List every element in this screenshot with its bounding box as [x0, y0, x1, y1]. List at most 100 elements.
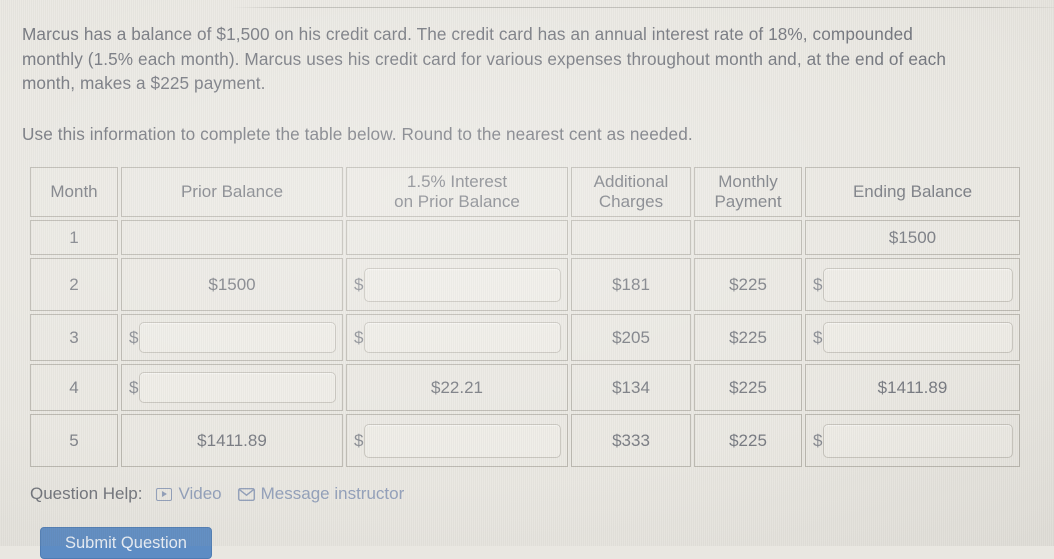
- cell-ending-balance[interactable]: $: [805, 258, 1020, 311]
- input-group-ending-balance: $: [806, 259, 1019, 310]
- prior-balance-value: $1411.89: [197, 430, 267, 450]
- header-payment-line2: Payment: [714, 192, 782, 211]
- question-help: Question Help: Video Message instructor: [30, 484, 420, 504]
- ending-balance-input[interactable]: [823, 322, 1013, 353]
- month-value: 4: [69, 377, 79, 397]
- additional-charges-value: $134: [612, 377, 650, 397]
- header-prior-balance-label: Prior Balance: [180, 182, 284, 201]
- header-interest: 1.5% Interest on Prior Balance: [346, 167, 568, 217]
- ending-balance-value: $1500: [888, 227, 937, 247]
- input-group-interest: $: [347, 315, 567, 360]
- cell-ending-balance[interactable]: $: [805, 314, 1020, 361]
- cell-additional-charges: $333: [571, 414, 691, 467]
- header-ending-balance-label: Ending Balance: [852, 182, 973, 201]
- header-additional-line2: Charges: [598, 192, 664, 211]
- month-value: 3: [69, 327, 79, 347]
- input-group-ending-balance: $: [806, 315, 1019, 360]
- ending-balance-input[interactable]: [823, 423, 1013, 458]
- dollar-sign: $: [129, 327, 139, 347]
- cell-monthly-payment: $225: [694, 314, 802, 361]
- cell-additional-charges: [571, 220, 691, 255]
- header-month-label: Month: [50, 182, 98, 201]
- cell-monthly-payment: [694, 220, 802, 255]
- input-group-prior-balance: $: [122, 315, 342, 360]
- ending-balance-input[interactable]: [823, 267, 1013, 302]
- dollar-sign: $: [813, 327, 823, 347]
- input-group-ending-balance: $: [806, 415, 1019, 466]
- message-instructor-link[interactable]: Message instructor: [237, 484, 405, 504]
- dollar-sign: $: [813, 274, 823, 294]
- interest-input[interactable]: [364, 423, 561, 458]
- amortization-table-wrapper: Month Prior Balance 1.5% Interest on Pri…: [27, 164, 1022, 470]
- dollar-sign: $: [354, 327, 364, 347]
- cell-interest: [346, 220, 568, 255]
- cell-month: 5: [30, 414, 118, 467]
- top-divider: [232, 7, 1054, 8]
- cell-monthly-payment: $225: [694, 258, 802, 311]
- monthly-payment-value: $225: [729, 327, 767, 347]
- question-instruction: Use this information to complete the tab…: [22, 124, 693, 144]
- table-body: 1 $1500 2 $1500 $ $181 $225 $3 $ $ $205 $225 $4 $ $22.…: [30, 220, 1020, 467]
- question-paragraph: Marcus has a balance of $1,500 on his cr…: [22, 24, 946, 93]
- amortization-table: Month Prior Balance 1.5% Interest on Pri…: [27, 164, 1023, 470]
- cell-prior-balance: $1411.89: [121, 414, 343, 467]
- month-value: 2: [69, 274, 79, 294]
- header-prior-balance: Prior Balance: [121, 167, 343, 217]
- table-row: 1 $1500: [30, 220, 1020, 255]
- header-additional-line1: Additional: [593, 172, 669, 191]
- interest-input[interactable]: [364, 267, 561, 302]
- cell-interest[interactable]: $: [346, 314, 568, 361]
- dollar-sign: $: [129, 377, 139, 397]
- cell-month: 4: [30, 364, 118, 411]
- cell-ending-balance: $1411.89: [805, 364, 1020, 411]
- table-row: 5 $1411.89 $ $333 $225 $: [30, 414, 1020, 467]
- message-instructor-label: Message instructor: [260, 484, 405, 503]
- video-help-link[interactable]: Video: [156, 484, 222, 504]
- header-ending-balance: Ending Balance: [805, 167, 1020, 217]
- monthly-payment-value: $225: [729, 377, 767, 397]
- question-help-label: Question Help:: [30, 484, 143, 503]
- interest-input[interactable]: [364, 322, 561, 353]
- cell-additional-charges: $205: [571, 314, 691, 361]
- cell-prior-balance[interactable]: $: [121, 314, 343, 361]
- table-row: 4 $ $22.21 $134 $225 $1411.89: [30, 364, 1020, 411]
- input-group-prior-balance: $: [122, 365, 342, 410]
- monthly-payment-value: $225: [729, 430, 767, 450]
- header-monthly-payment: Monthly Payment: [694, 167, 802, 217]
- cell-interest[interactable]: $: [346, 414, 568, 467]
- input-group-interest: $: [347, 415, 567, 466]
- prior-balance-input[interactable]: [139, 372, 336, 403]
- header-month: Month: [30, 167, 118, 217]
- prior-balance-value: $1500: [208, 274, 256, 294]
- envelope-icon: [237, 487, 255, 501]
- month-value: 5: [69, 430, 79, 450]
- header-interest-line1: 1.5% Interest: [406, 172, 508, 191]
- cell-month: 3: [30, 314, 118, 361]
- ending-balance-value: $1411.89: [877, 377, 948, 397]
- header-payment-line1: Monthly: [718, 172, 778, 191]
- cell-ending-balance[interactable]: $: [805, 414, 1020, 467]
- video-help-label: Video: [178, 484, 222, 503]
- cell-interest[interactable]: $: [346, 258, 568, 311]
- dollar-sign: $: [354, 274, 364, 294]
- cell-monthly-payment: $225: [694, 414, 802, 467]
- submit-question-button[interactable]: Submit Question: [40, 527, 212, 559]
- additional-charges-value: $205: [612, 327, 650, 347]
- cell-month: 2: [30, 258, 118, 311]
- cell-month: 1: [30, 220, 118, 255]
- header-additional-charges: Additional Charges: [571, 167, 691, 217]
- header-interest-line2: on Prior Balance: [394, 192, 520, 211]
- cell-monthly-payment: $225: [694, 364, 802, 411]
- cell-prior-balance[interactable]: $: [121, 364, 343, 411]
- cell-prior-balance: $1500: [121, 258, 343, 311]
- prior-balance-input[interactable]: [139, 322, 336, 353]
- additional-charges-value: $181: [612, 274, 650, 294]
- table-row: 3 $ $ $205 $225 $: [30, 314, 1020, 361]
- monthly-payment-value: $225: [729, 274, 767, 294]
- cell-additional-charges: $134: [571, 364, 691, 411]
- dollar-sign: $: [813, 430, 823, 450]
- additional-charges-value: $333: [612, 430, 650, 450]
- dollar-sign: $: [354, 430, 364, 450]
- cell-interest: $22.21: [346, 364, 568, 411]
- table-row: 2 $1500 $ $181 $225 $: [30, 258, 1020, 311]
